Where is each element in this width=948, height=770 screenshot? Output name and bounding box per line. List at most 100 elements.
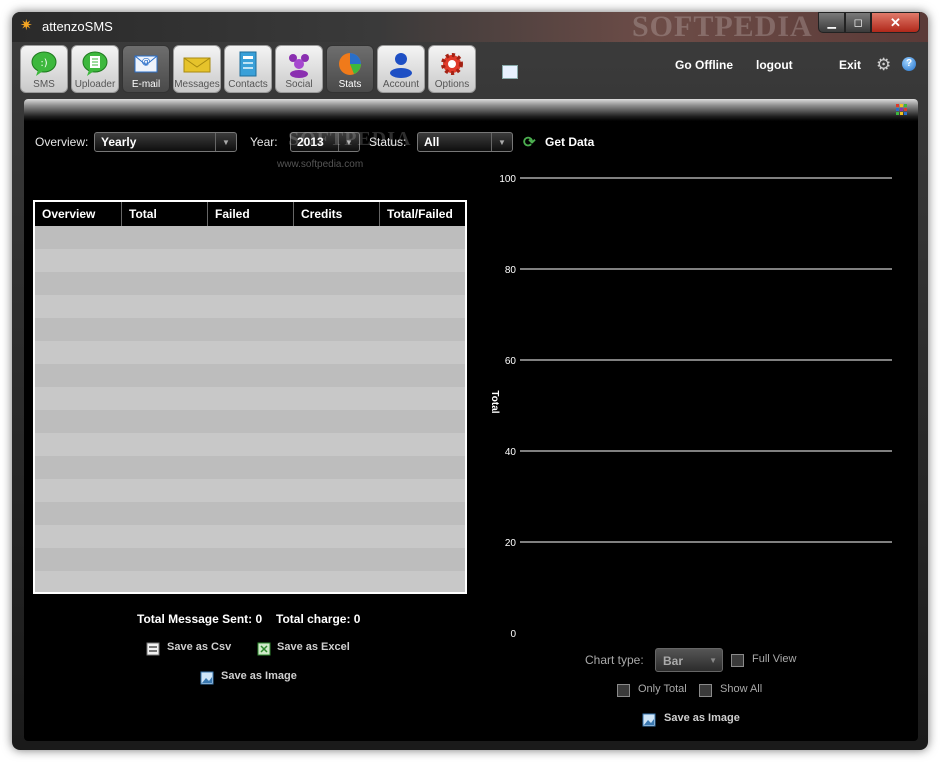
only-total-checkbox[interactable] (617, 684, 630, 697)
table-header: Overview Total Failed Credits Total/Fail… (35, 202, 465, 226)
table-row (35, 525, 465, 549)
window-shortcut-icon[interactable] (502, 65, 518, 79)
column-header-failed[interactable]: Failed (208, 202, 294, 226)
toolbar-label: Options (434, 79, 470, 90)
grid-view-icon[interactable] (896, 104, 907, 115)
settings-gear-icon[interactable]: ⚙ (876, 55, 891, 75)
column-header-credits[interactable]: Credits (294, 202, 380, 226)
toolbar-uploader-button[interactable]: Uploader (71, 45, 119, 93)
toolbar-label: Uploader (74, 79, 116, 90)
csv-file-icon (146, 642, 160, 656)
toolbar-sms-button[interactable]: :) SMS (20, 45, 68, 93)
table-row (35, 364, 465, 387)
window-title: attenzoSMS (42, 19, 113, 34)
toolbar-label: SMS (33, 79, 55, 90)
get-data-button[interactable]: Get Data (545, 135, 594, 149)
save-chart-as-image-button[interactable]: Save as Image (664, 712, 740, 724)
title-bar[interactable]: ✷ attenzoSMS SOFTPEDIA ▁ ◻ ✕ (12, 12, 928, 43)
toolbar-messages-button[interactable]: Messages (173, 45, 221, 93)
help-icon[interactable]: ? (902, 57, 916, 71)
total-messages-sent: Total Message Sent: 0 (137, 612, 263, 626)
table-row (35, 548, 465, 571)
toolbar-label: Stats (338, 79, 362, 90)
chart-y-tick-label: 0 (510, 629, 516, 640)
overview-label: Overview: (35, 135, 89, 149)
account-user-icon (387, 50, 415, 78)
minimize-button[interactable]: ▁ (818, 12, 846, 33)
toolbar-contacts-button[interactable]: Contacts (224, 45, 272, 93)
save-as-csv-button[interactable]: Save as Csv (167, 641, 231, 653)
chevron-down-icon: ▼ (215, 133, 236, 151)
email-envelope-icon: @ (132, 50, 160, 78)
refresh-icon[interactable]: ⟳ (523, 135, 539, 151)
chart-y-tick-label: 20 (505, 538, 517, 549)
softpedia-url-watermark: www.softpedia.com (277, 159, 364, 170)
year-label: Year: (250, 135, 278, 149)
toolbar-label: Social (285, 79, 313, 90)
table-row (35, 249, 465, 273)
logout-link[interactable]: logout (756, 58, 793, 72)
exit-link[interactable]: Exit (839, 58, 861, 72)
stats-table: Overview Total Failed Credits Total/Fail… (33, 200, 467, 594)
social-people-icon (285, 50, 313, 78)
toolbar-options-button[interactable]: Options (428, 45, 476, 93)
go-offline-link[interactable]: Go Offline (675, 58, 733, 72)
stats-chart: 0 20 40 60 80 100 Total (489, 174, 892, 640)
column-header-total-failed[interactable]: Total/Failed (380, 202, 465, 226)
chart-y-axis-label: Total (489, 390, 500, 413)
status-label: Status: (369, 135, 407, 149)
save-table-as-image-button[interactable]: Save as Image (221, 670, 297, 682)
table-row (35, 502, 465, 525)
full-view-checkbox[interactable] (731, 654, 744, 667)
table-row (35, 410, 465, 433)
toolbar-email-button[interactable]: @ E-mail (122, 45, 170, 93)
full-view-label: Full View (752, 653, 797, 665)
chart-y-tick-label: 100 (499, 174, 516, 185)
show-all-label: Show All (720, 683, 763, 695)
column-header-total[interactable]: Total (122, 202, 208, 226)
total-charge: Total charge: 0 (276, 612, 361, 626)
chevron-down-icon: ▼ (491, 133, 512, 151)
column-header-overview[interactable]: Overview (35, 202, 122, 226)
status-select-value: All (424, 135, 440, 149)
table-row (35, 387, 465, 411)
table-row (35, 433, 465, 457)
table-row (35, 456, 465, 479)
only-total-label: Only Total (638, 683, 687, 695)
options-gear-icon (438, 50, 466, 78)
messages-icon (183, 50, 211, 78)
svg-text::): :) (40, 58, 47, 69)
table-row (35, 341, 465, 365)
chart-y-tick-label: 80 (505, 265, 517, 276)
save-as-excel-button[interactable]: Save as Excel (277, 641, 350, 653)
softpedia-watermark: SOFTPEDIA (632, 12, 813, 43)
toolbar-stats-button[interactable]: Stats (326, 45, 374, 93)
overview-select[interactable]: Yearly ▼ (94, 132, 237, 152)
close-button[interactable]: ✕ (870, 12, 920, 33)
maximize-button[interactable]: ◻ (845, 12, 871, 33)
table-row (35, 479, 465, 503)
show-all-checkbox[interactable] (699, 684, 712, 697)
chevron-down-icon: ▼ (709, 656, 717, 665)
image-file-icon (200, 671, 214, 685)
panel-header-bar (24, 99, 918, 121)
status-select[interactable]: All ▼ (417, 132, 513, 152)
toolbar-label: Messages (174, 79, 220, 90)
table-row (35, 272, 465, 295)
excel-file-icon (257, 642, 271, 656)
toolbar-label: Contacts (228, 79, 268, 90)
chart-y-tick-label: 60 (505, 356, 517, 367)
table-row (35, 318, 465, 341)
chart-type-select[interactable]: Bar ▼ (655, 648, 723, 672)
stats-pie-icon (336, 50, 364, 78)
chart-y-tick-label: 40 (505, 447, 517, 458)
table-row (35, 226, 465, 249)
toolbar-social-button[interactable]: Social (275, 45, 323, 93)
table-row (35, 571, 465, 592)
chart-type-value: Bar (663, 654, 684, 668)
app-logo-icon: ✷ (20, 17, 33, 34)
window-controls: ▁ ◻ ✕ (818, 12, 920, 33)
toolbar-account-button[interactable]: Account (377, 45, 425, 93)
overview-select-value: Yearly (101, 135, 137, 149)
contacts-book-icon (234, 50, 262, 78)
